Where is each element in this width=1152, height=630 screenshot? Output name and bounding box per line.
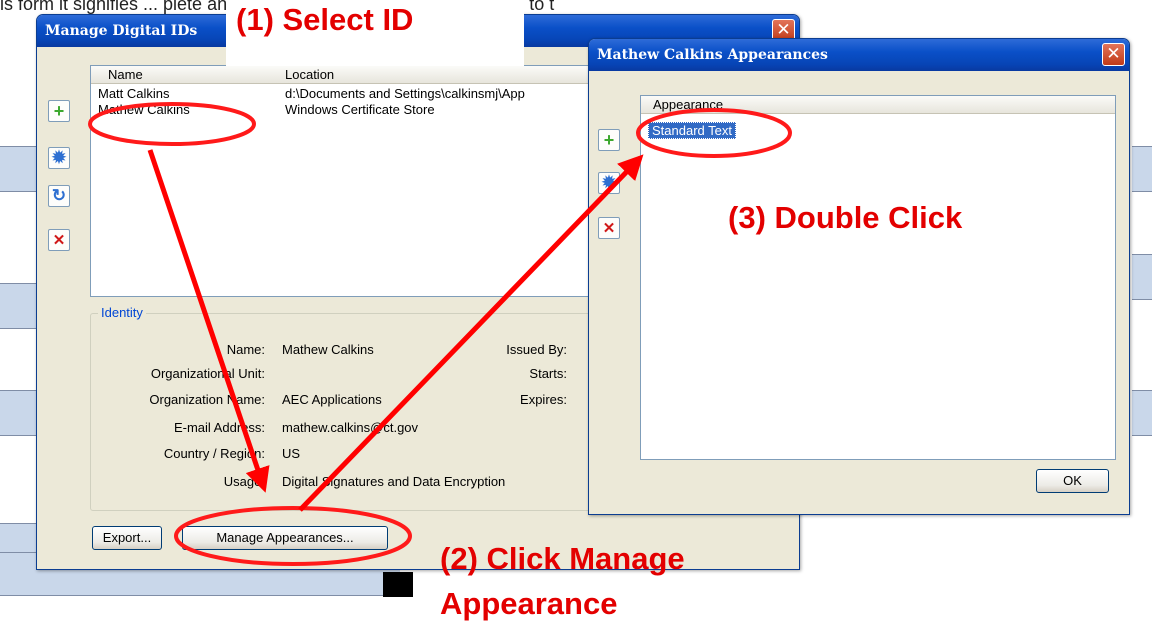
standard-text-ellipse bbox=[636, 108, 792, 158]
select-id-ellipse bbox=[88, 102, 256, 146]
manage-appearances-ellipse bbox=[174, 506, 412, 566]
annotation-overlay bbox=[88, 102, 792, 566]
arrow-to-standard-text bbox=[298, 154, 644, 512]
arrow-to-manage-appearances bbox=[147, 149, 270, 493]
